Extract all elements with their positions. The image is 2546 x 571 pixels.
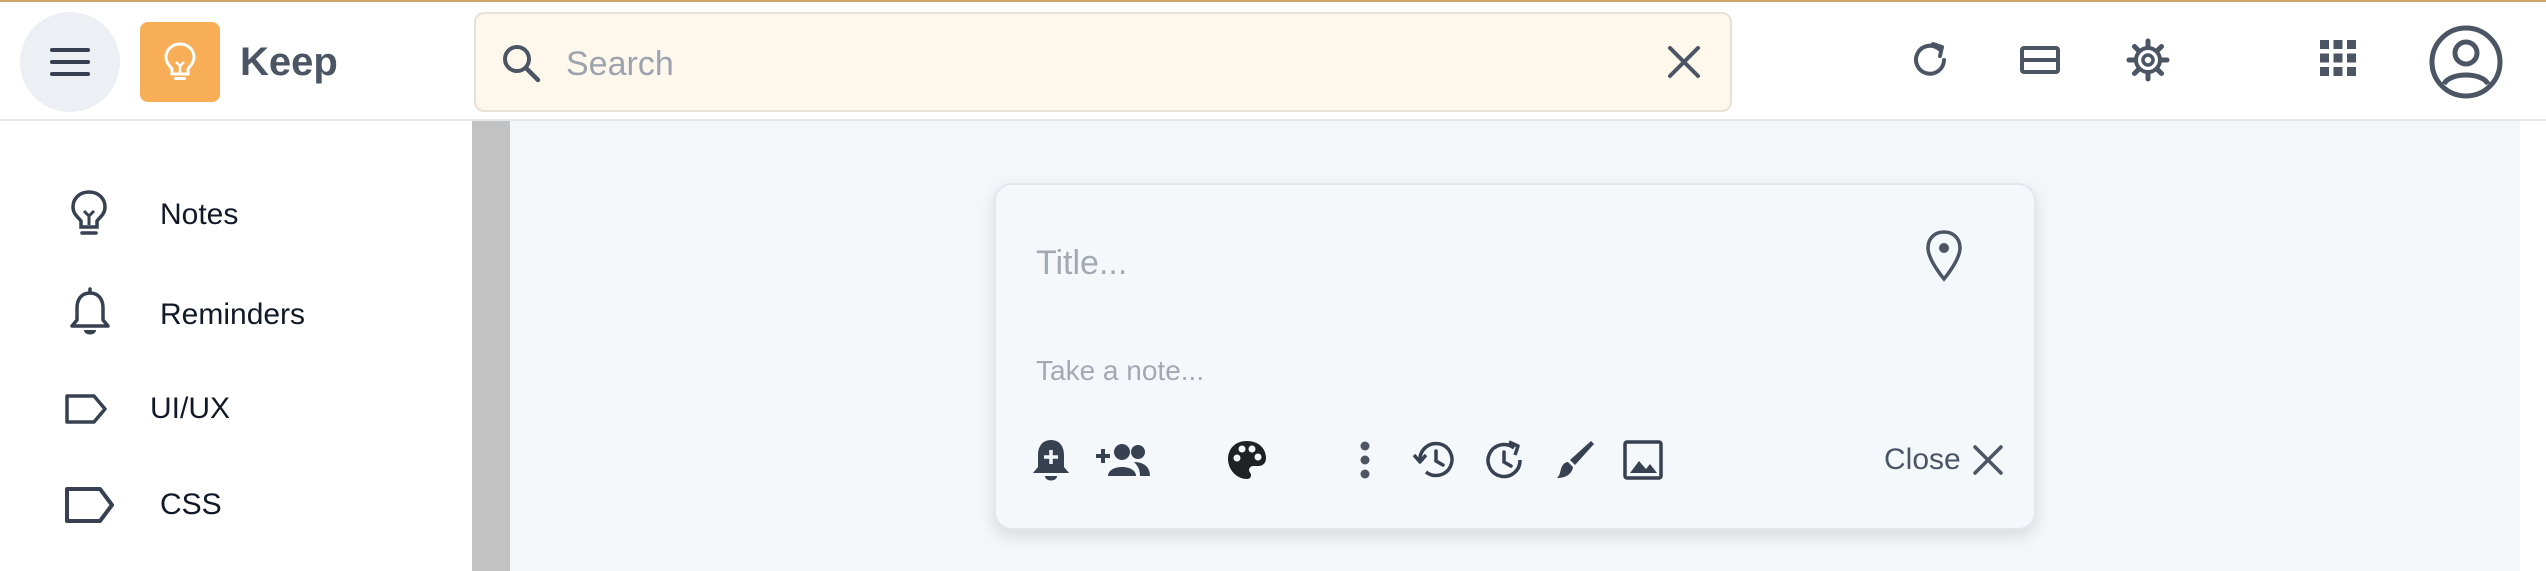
app-header: Keep [0, 2, 2546, 121]
right-gutter [2520, 121, 2546, 571]
clear-search-icon[interactable] [1662, 40, 1706, 89]
sidebar-item-label: CSS [160, 488, 222, 521]
close-icon [1972, 445, 2003, 475]
redo-history-icon[interactable] [1480, 435, 1530, 485]
lightbulb-icon [164, 42, 196, 80]
close-note-button[interactable]: Close [1884, 437, 2005, 483]
brush-icon[interactable] [1550, 435, 1600, 485]
note-body-input[interactable] [1036, 349, 1936, 393]
sidebar: Notes Reminders UI/UX CSS [0, 121, 472, 571]
add-collaborator-icon[interactable] [1092, 435, 1154, 485]
refresh-icon[interactable] [1908, 38, 1952, 82]
sidebar-item-notes[interactable]: Notes [0, 173, 472, 253]
sidebar-scrollbar[interactable] [472, 121, 510, 571]
undo-history-icon[interactable] [1410, 435, 1460, 485]
bell-add-icon[interactable] [1026, 435, 1076, 485]
settings-icon[interactable] [2126, 38, 2170, 82]
search-bar [474, 12, 1732, 112]
sidebar-item-label: Notes [160, 198, 239, 231]
sidebar-item-label: UI/UX [150, 392, 231, 425]
label-icon [64, 393, 108, 430]
label-icon [64, 485, 116, 530]
location-pin-icon[interactable] [1924, 229, 1964, 288]
sidebar-item-ui-ux[interactable]: UI/UX [0, 369, 472, 449]
sidebar-item-label: Reminders [160, 298, 306, 331]
list-view-icon[interactable] [2018, 38, 2062, 82]
bell-icon [68, 287, 112, 344]
menu-icon [50, 48, 90, 76]
app-title: Keep [240, 40, 338, 84]
main-menu-button[interactable] [20, 12, 120, 112]
lightbulb-icon [68, 189, 110, 244]
more-vert-icon[interactable] [1340, 435, 1390, 485]
sidebar-item-css[interactable]: CSS [0, 465, 472, 545]
apps-grid-icon[interactable] [2318, 38, 2358, 78]
app-logo [140, 22, 220, 102]
note-editor-card: Close [994, 183, 2036, 530]
palette-icon[interactable] [1222, 435, 1272, 485]
note-title-input[interactable] [1036, 235, 1886, 291]
search-input[interactable] [566, 34, 1616, 94]
account-icon[interactable] [2428, 24, 2504, 100]
search-icon[interactable] [500, 42, 542, 89]
image-icon[interactable] [1618, 435, 1668, 485]
sidebar-item-reminders[interactable]: Reminders [0, 273, 472, 353]
close-label: Close [1884, 443, 1961, 476]
